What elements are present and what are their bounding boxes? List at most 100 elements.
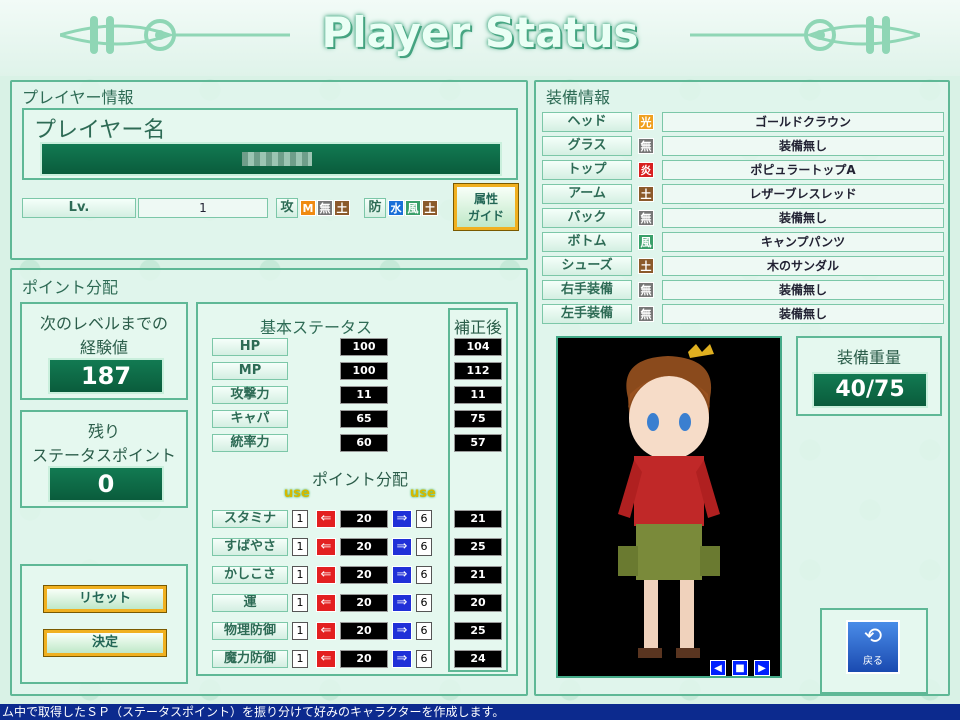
equipment-row[interactable]: ボトム風キャンプパンツ — [542, 232, 946, 252]
increase-arrow-icon[interactable]: ⇒ — [392, 538, 412, 556]
use-left-value[interactable]: 1 — [292, 510, 308, 528]
atk-chip-2: 土 — [334, 200, 350, 216]
equipment-attr-chip: 土 — [638, 258, 654, 274]
guide-line2: ガイド — [467, 209, 504, 223]
increase-arrow-icon[interactable]: ⇒ — [392, 650, 412, 668]
points-heading: ポイント分配 — [22, 278, 119, 297]
decrease-arrow-icon[interactable]: ⇐ — [316, 650, 336, 668]
equipment-slot-label: 左手装備 — [542, 304, 632, 324]
increase-arrow-icon[interactable]: ⇒ — [392, 622, 412, 640]
use-label-right: use — [410, 486, 436, 501]
use-right-value[interactable]: 6 — [416, 538, 432, 556]
decrease-arrow-icon[interactable]: ⇐ — [316, 538, 336, 556]
base-stat-value: 100 — [340, 362, 388, 380]
character-avatar — [618, 344, 720, 658]
equipment-row[interactable]: 左手装備無装備無し — [542, 304, 946, 324]
use-right-value[interactable]: 6 — [416, 594, 432, 612]
after-stat-value: 75 — [454, 410, 502, 428]
equipment-row[interactable]: アーム土レザーブレスレッド — [542, 184, 946, 204]
equipment-slot-label: シューズ — [542, 256, 632, 276]
equipment-item-name: キャンプパンツ — [662, 232, 944, 252]
use-right-value[interactable]: 6 — [416, 510, 432, 528]
equipment-attr-chip: 風 — [638, 234, 654, 250]
attack-attr-label: 攻 — [276, 198, 298, 218]
decrease-arrow-icon[interactable]: ⇐ — [316, 622, 336, 640]
alloc-value: 20 — [340, 650, 388, 668]
alloc-stat-label: 運 — [212, 594, 288, 612]
use-right-value[interactable]: 6 — [416, 650, 432, 668]
alloc-stat-label: 物理防御 — [212, 622, 288, 640]
increase-arrow-icon[interactable]: ⇒ — [392, 566, 412, 584]
equipment-slot-label: ボトム — [542, 232, 632, 252]
equipment-item-name: 装備無し — [662, 208, 944, 228]
decrease-arrow-icon[interactable]: ⇐ — [316, 566, 336, 584]
decrease-arrow-icon[interactable]: ⇐ — [316, 594, 336, 612]
lv-label: Lv. — [22, 198, 136, 218]
after-stat-value: 11 — [454, 386, 502, 404]
alloc-after-value: 25 — [454, 538, 502, 556]
sp-title-1: 残り — [87, 422, 120, 441]
equipment-attr-chip: 土 — [638, 186, 654, 202]
atk-chip-1: 無 — [317, 200, 333, 216]
equipment-row[interactable]: トップ炎ポピュラートップA — [542, 160, 946, 180]
sp-title-2: ステータスポイント — [31, 446, 176, 465]
equipment-attr-chip: 無 — [638, 138, 654, 154]
after-stat-value: 112 — [454, 362, 502, 380]
player-name-field — [40, 142, 502, 176]
player-info-heading: プレイヤー情報 — [22, 88, 134, 107]
decrease-arrow-icon[interactable]: ⇐ — [316, 510, 336, 528]
alloc-stat-label: 魔力防御 — [212, 650, 288, 668]
weight-label: 装備重量 — [836, 348, 901, 367]
equipment-row[interactable]: バック無装備無し — [542, 208, 946, 228]
rotate-left-button[interactable]: ◀ — [710, 660, 726, 676]
defense-attr-chips: 水風土 — [388, 200, 438, 218]
def-chip-1: 風 — [405, 200, 421, 216]
reset-button[interactable]: リセット — [44, 586, 166, 612]
back-button[interactable]: ⟲ 戻る — [846, 620, 900, 674]
equipment-item-name: 装備無し — [662, 136, 944, 156]
after-heading: 補正後 — [453, 318, 502, 337]
use-right-value[interactable]: 6 — [416, 566, 432, 584]
use-left-value[interactable]: 1 — [292, 594, 308, 612]
equipment-attr-chip: 無 — [638, 210, 654, 226]
character-preview: ◀ ■ ▶ — [556, 336, 782, 678]
equipment-item-name: ゴールドクラウン — [662, 112, 944, 132]
use-left-value[interactable]: 1 — [292, 538, 308, 556]
rotate-right-button[interactable]: ▶ — [754, 660, 770, 676]
exp-box: 次のレベルまでの 経験値 187 — [20, 302, 188, 400]
equipment-row[interactable]: ヘッド光ゴールドクラウン — [542, 112, 946, 132]
after-stat-value: 57 — [454, 434, 502, 452]
use-left-value[interactable]: 1 — [292, 566, 308, 584]
exp-value: 187 — [48, 358, 164, 394]
base-stat-value: 100 — [340, 338, 388, 356]
base-stat-value: 60 — [340, 434, 388, 452]
base-status-heading: 基本ステータス — [260, 318, 373, 337]
base-stat-label: キャパ — [212, 410, 288, 428]
use-label-left: use — [284, 486, 310, 501]
confirm-button[interactable]: 決定 — [44, 630, 166, 656]
use-right-value[interactable]: 6 — [416, 622, 432, 640]
exp-title-1: 次のレベルまでの — [39, 314, 168, 333]
use-left-value[interactable]: 1 — [292, 622, 308, 640]
sp-box: 残り ステータスポイント 0 — [20, 410, 188, 508]
equipment-attr-chip: 無 — [638, 306, 654, 322]
equipment-slot-label: アーム — [542, 184, 632, 204]
use-left-value[interactable]: 1 — [292, 650, 308, 668]
equipment-row[interactable]: グラス無装備無し — [542, 136, 946, 156]
equipment-item-name: 装備無し — [662, 280, 944, 300]
atk-chip-0: M — [300, 200, 316, 216]
equipment-row[interactable]: 右手装備無装備無し — [542, 280, 946, 300]
def-chip-2: 土 — [422, 200, 438, 216]
equipment-item-name: 装備無し — [662, 304, 944, 324]
right-ornament — [690, 16, 920, 54]
stop-button[interactable]: ■ — [732, 660, 748, 676]
player-name-value — [242, 152, 312, 166]
equipment-attr-chip: 無 — [638, 282, 654, 298]
equipment-heading: 装備情報 — [546, 88, 611, 107]
equipment-row[interactable]: シューズ土木のサンダル — [542, 256, 946, 276]
alloc-after-value: 20 — [454, 594, 502, 612]
equipment-item-name: 木のサンダル — [662, 256, 944, 276]
attribute-guide-button[interactable]: 属性 ガイド — [454, 184, 518, 230]
increase-arrow-icon[interactable]: ⇒ — [392, 510, 412, 528]
increase-arrow-icon[interactable]: ⇒ — [392, 594, 412, 612]
